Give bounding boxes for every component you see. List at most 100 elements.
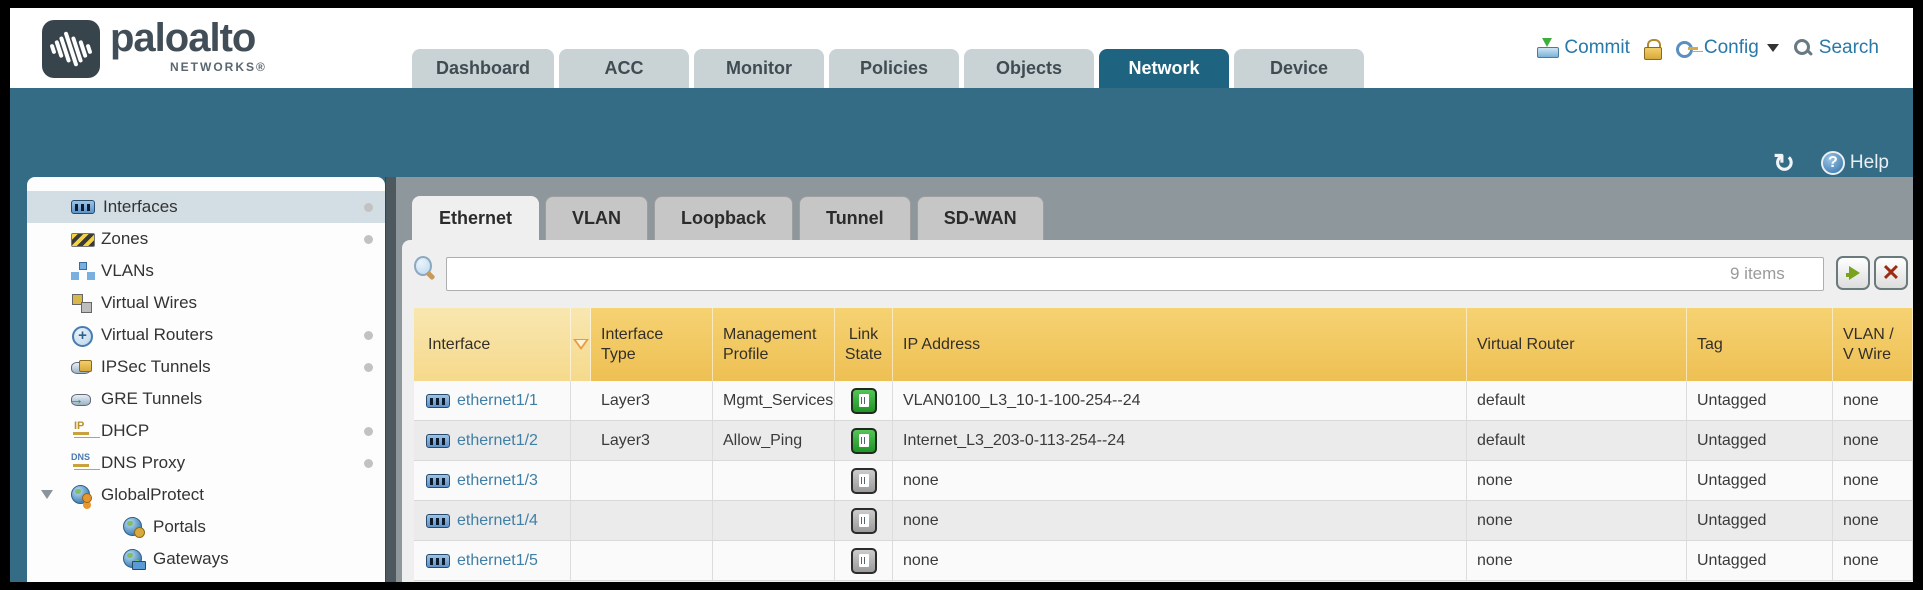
vlans-icon xyxy=(71,262,93,280)
subtab-loopback[interactable]: Loopback xyxy=(654,196,793,240)
status-dot xyxy=(364,203,373,212)
sidebar-item-label: DNS Proxy xyxy=(101,453,185,473)
status-dot xyxy=(364,427,373,436)
interface-link[interactable]: ethernet1/1 xyxy=(457,392,538,410)
dhcp-icon xyxy=(71,422,93,440)
cell-management-profile: Mgmt_Services xyxy=(713,381,835,421)
sidebar-item-globalprotect[interactable]: GlobalProtect xyxy=(27,479,385,511)
cell-spacer xyxy=(571,541,592,581)
sidebar-item-virtual-routers[interactable]: Virtual Routers xyxy=(27,319,385,351)
sidebar-item-label: Interfaces xyxy=(103,197,178,217)
nav-tab-monitor[interactable]: Monitor xyxy=(694,49,824,88)
nav-tab-network[interactable]: Network xyxy=(1099,49,1229,88)
content-panel: 9 items ✕ InterfaceInterface TypeManagem… xyxy=(402,240,1913,582)
help-button[interactable]: ? Help xyxy=(1821,151,1889,175)
nav-tab-device[interactable]: Device xyxy=(1234,49,1364,88)
sidebar-scrollbar[interactable] xyxy=(385,177,396,582)
subtab-sd-wan[interactable]: SD-WAN xyxy=(917,196,1044,240)
nav-tab-dashboard[interactable]: Dashboard xyxy=(412,49,554,88)
nav-tab-acc[interactable]: ACC xyxy=(559,49,689,88)
ethernet-port-icon xyxy=(426,394,450,408)
top-actions: Commit Config Search xyxy=(1536,8,1879,88)
refresh-icon[interactable]: ↻ xyxy=(1773,152,1795,174)
portals-icon xyxy=(123,518,145,536)
table-row: ethernet1/4nonenoneUntaggednone xyxy=(414,501,1913,541)
cell-interface-type: Layer3 xyxy=(591,381,713,421)
cell-tag: Untagged xyxy=(1687,501,1833,541)
cell-ip-address: VLAN0100_L3_10-1-100-254--24 xyxy=(893,381,1467,421)
commit-icon xyxy=(1536,38,1558,58)
sidebar-item-label: GRE Tunnels xyxy=(101,389,202,409)
brand-subtitle: NETWORKS® xyxy=(170,60,267,74)
filter-input[interactable] xyxy=(446,257,1824,291)
column-header-type[interactable]: Interface Type xyxy=(591,308,713,381)
sidebar-item-label: Virtual Wires xyxy=(101,293,197,313)
cell-interface: ethernet1/3 xyxy=(414,461,571,501)
cell-vlan-vwire: none xyxy=(1833,541,1913,581)
search-button[interactable]: Search xyxy=(1793,37,1879,59)
sidebar-list: Interfaces Zones VLANs Virtual Wires Virtual… xyxy=(27,191,385,575)
table-body: ethernet1/1 Layer3Mgmt_Services VLAN0100_L… xyxy=(414,381,1913,581)
help-icon: ? xyxy=(1821,151,1845,175)
interfaces-table: Interface Interface TypeManagement Profil… xyxy=(414,308,1913,582)
column-header-tag[interactable]: Tag xyxy=(1687,308,1833,381)
lock-icon[interactable] xyxy=(1644,38,1662,58)
column-header-link[interactable]: Link State xyxy=(835,308,893,381)
sidebar-item-label: Virtual Routers xyxy=(101,325,213,345)
cell-spacer xyxy=(571,461,592,501)
cell-tag: Untagged xyxy=(1687,541,1833,581)
column-header-profile[interactable]: Management Profile xyxy=(713,308,835,381)
apply-filter-button[interactable] xyxy=(1836,256,1870,290)
clear-filter-button[interactable]: ✕ xyxy=(1874,256,1908,290)
config-label: Config xyxy=(1704,37,1759,59)
table-row: ethernet1/2Layer3Allow_PingInternet_L3_2… xyxy=(414,421,1913,461)
cell-ip-address: none xyxy=(893,501,1467,541)
sort-filter-button[interactable] xyxy=(571,308,591,381)
cell-vlan-vwire: none xyxy=(1833,501,1913,541)
header-band: ↻ ? Help xyxy=(10,88,1913,185)
sidebar-item-portals[interactable]: Portals xyxy=(27,511,385,543)
cell-management-profile xyxy=(713,501,835,541)
column-header-interface[interactable]: Interface xyxy=(414,308,571,381)
cell-ip-address: none xyxy=(893,541,1467,581)
sidebar-item-interfaces[interactable]: Interfaces xyxy=(27,191,385,223)
status-dot xyxy=(364,363,373,372)
sidebar-item-label: Gateways xyxy=(153,549,229,569)
cell-vlan-vwire: none xyxy=(1833,381,1913,421)
column-header-vr[interactable]: Virtual Router xyxy=(1467,308,1687,381)
nav-tab-policies[interactable]: Policies xyxy=(829,49,959,88)
sidebar-item-dhcp[interactable]: DHCP xyxy=(27,415,385,447)
nav-tab-objects[interactable]: Objects xyxy=(964,49,1094,88)
commit-button[interactable]: Commit xyxy=(1536,37,1629,59)
sidebar-item-dns-proxy[interactable]: DNS Proxy xyxy=(27,447,385,479)
status-dot xyxy=(364,331,373,340)
cell-interface-type xyxy=(591,541,713,581)
cell-link-state xyxy=(835,461,893,501)
subtab-vlan[interactable]: VLAN xyxy=(545,196,648,240)
sidebar-item-vlans[interactable]: VLANs xyxy=(27,255,385,287)
cell-link-state xyxy=(835,501,893,541)
column-header-vlan[interactable]: VLAN / V Wire xyxy=(1833,308,1913,381)
subtab-tunnel[interactable]: Tunnel xyxy=(799,196,911,240)
sidebar-item-ipsec-tunnels[interactable]: IPSec Tunnels xyxy=(27,351,385,383)
interface-link[interactable]: ethernet1/3 xyxy=(457,472,538,490)
interface-link[interactable]: ethernet1/4 xyxy=(457,512,538,530)
cell-link-state xyxy=(835,381,893,421)
ethernet-port-icon xyxy=(426,514,450,528)
subtab-ethernet[interactable]: Ethernet xyxy=(412,196,539,240)
sidebar-item-virtual-wires[interactable]: Virtual Wires xyxy=(27,287,385,319)
ethernet-port-icon xyxy=(426,474,450,488)
expander-triangle-icon[interactable] xyxy=(41,490,53,499)
sidebar-item-label: Zones xyxy=(101,229,148,249)
filter-search-icon[interactable] xyxy=(412,256,438,284)
cell-link-state xyxy=(835,541,893,581)
config-menu-button[interactable]: Config xyxy=(1676,37,1779,59)
interface-link[interactable]: ethernet1/5 xyxy=(457,552,538,570)
cell-interface: ethernet1/5 xyxy=(414,541,571,581)
column-header-ip[interactable]: IP Address xyxy=(893,308,1467,381)
sidebar-item-zones[interactable]: Zones xyxy=(27,223,385,255)
sidebar-item-gateways[interactable]: Gateways xyxy=(27,543,385,575)
cell-interface-type xyxy=(591,461,713,501)
interface-link[interactable]: ethernet1/2 xyxy=(457,432,538,450)
sidebar-item-gre-tunnels[interactable]: GRE Tunnels xyxy=(27,383,385,415)
